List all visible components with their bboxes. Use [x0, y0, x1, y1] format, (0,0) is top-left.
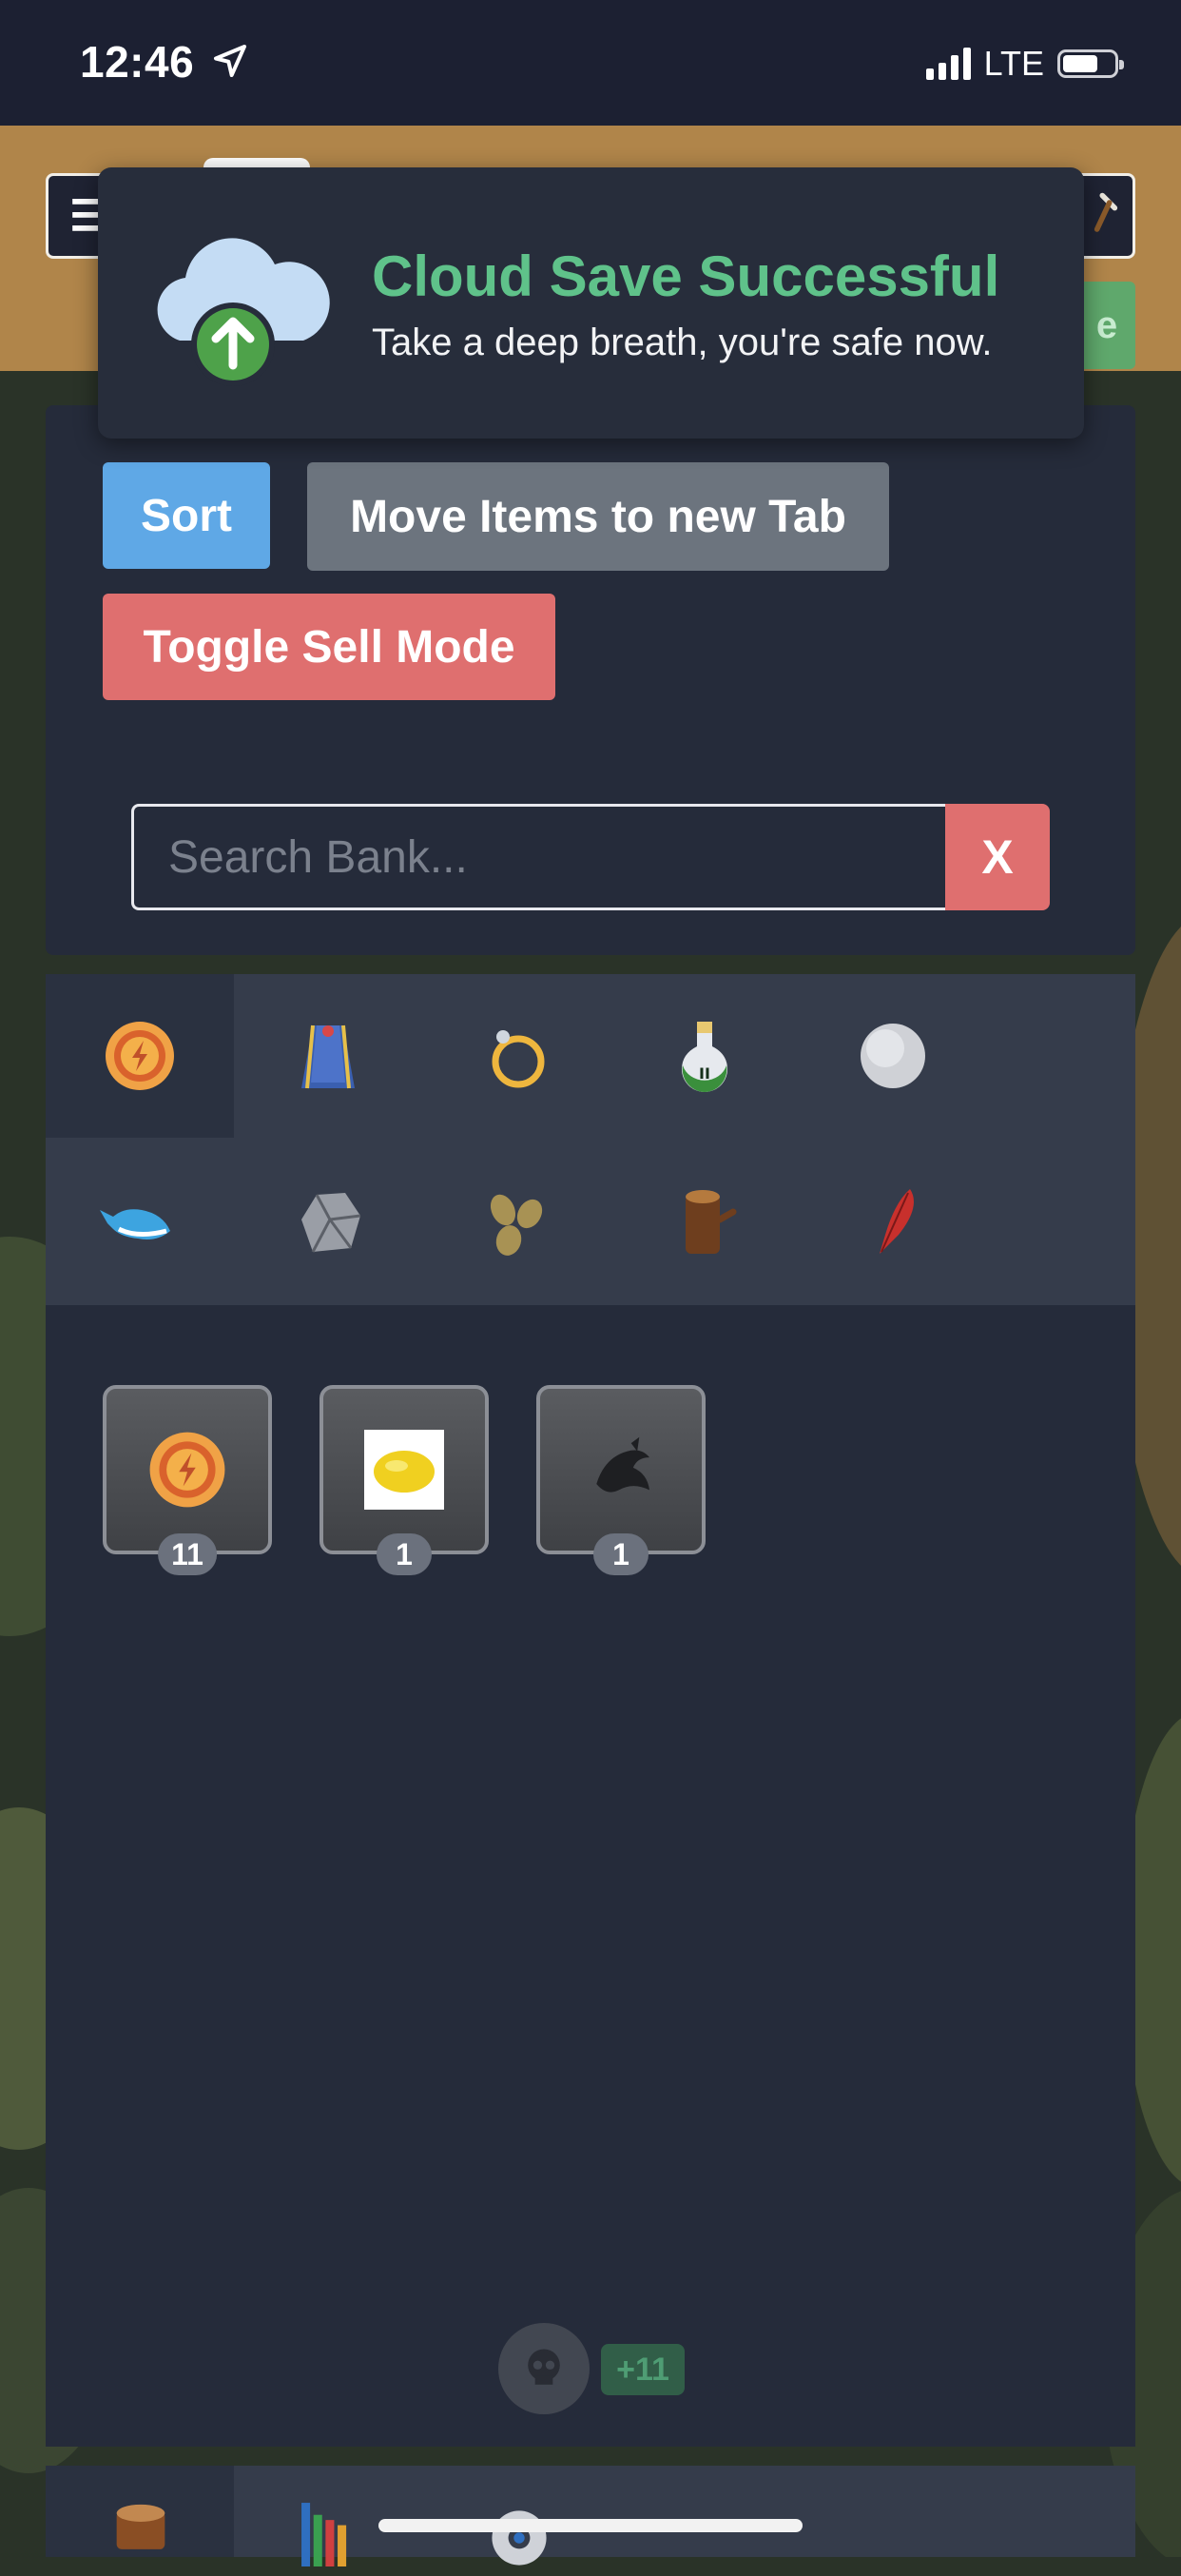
toggle-sell-mode-button[interactable]: Toggle Sell Mode [103, 594, 555, 700]
item-slot-fish[interactable]: 1 [536, 1385, 706, 1575]
coin-icon [106, 1022, 174, 1090]
log-icon [686, 1190, 737, 1254]
home-indicator[interactable] [378, 2519, 803, 2532]
tab-fishing[interactable] [46, 1140, 234, 1303]
cloud-upload-icon [157, 238, 330, 386]
bank-search: X [131, 804, 1050, 910]
fish-icon [596, 1436, 649, 1493]
item-quantity: 1 [593, 1533, 649, 1575]
sort-button[interactable]: Sort [103, 462, 270, 569]
signal-icon [925, 48, 971, 80]
search-input[interactable] [131, 804, 949, 910]
battery-icon [1057, 49, 1124, 78]
gear-icon [492, 2510, 547, 2566]
tab-rings[interactable] [422, 974, 610, 1138]
log-icon [116, 2504, 165, 2549]
search-clear-button[interactable]: X [945, 804, 1050, 910]
svg-text:II: II [699, 1064, 710, 1083]
bottom-tabs [46, 2466, 1135, 2566]
books-icon [301, 2503, 347, 2566]
bonus-badge: +11 [601, 2344, 685, 2395]
lemon-icon [364, 1430, 444, 1510]
status-bar: 12:46 LTE [0, 0, 1181, 126]
skull-glyph-icon [528, 2349, 560, 2385]
ring-icon [492, 1030, 545, 1088]
tab-capes[interactable] [234, 974, 422, 1138]
tab-woodcutting[interactable] [610, 1140, 799, 1303]
network-label: LTE [983, 44, 1044, 83]
orb-icon [861, 1024, 925, 1088]
toast-title: Cloud Save Successful [372, 244, 1000, 308]
skull-icon[interactable] [498, 2323, 590, 2414]
seeds-icon [490, 1194, 543, 1256]
feather-icon [880, 1189, 914, 1254]
cape-icon [301, 1025, 355, 1089]
toast-message: Take a deep breath, you're safe now. [372, 322, 993, 363]
tab-farming[interactable] [422, 1140, 610, 1303]
status-time: 12:46 [80, 37, 195, 87]
move-items-button[interactable]: Move Items to new Tab [307, 462, 889, 571]
rock-icon [301, 1193, 361, 1253]
tab-mining[interactable] [234, 1140, 422, 1303]
bank-tabs: II [46, 974, 1135, 1305]
item-quantity: 11 [158, 1533, 217, 1575]
bottom-tab-active[interactable] [46, 2466, 234, 2557]
coin-icon [149, 1432, 225, 1508]
location-arrow-icon [214, 45, 246, 77]
whale-icon [100, 1209, 170, 1239]
status-indicators: LTE [925, 44, 1124, 84]
item-slot-coins[interactable]: 11 [103, 1385, 272, 1575]
header-green-button[interactable]: e [1078, 282, 1135, 369]
tab-coins[interactable] [46, 974, 234, 1138]
item-slot-lemon[interactable]: 1 [319, 1385, 489, 1575]
tab-orbs[interactable] [799, 974, 987, 1138]
cloud-save-toast[interactable]: Cloud Save Successful Take a deep breath… [98, 167, 1084, 439]
potion-icon: II [682, 1022, 727, 1092]
tab-potions[interactable]: II [610, 974, 799, 1138]
tab-crafting[interactable] [799, 1140, 987, 1303]
item-quantity: 1 [377, 1533, 432, 1575]
